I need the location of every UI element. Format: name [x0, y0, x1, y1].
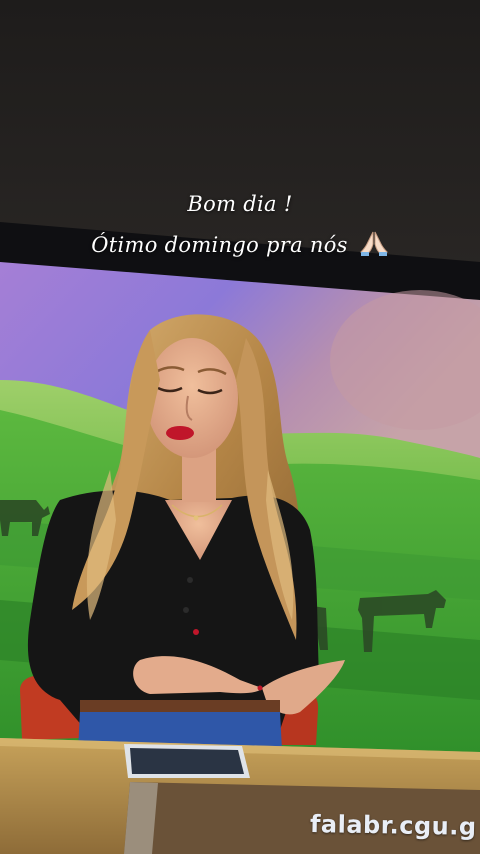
caption-line-1: Bom dia !	[187, 192, 293, 216]
caption-line-2-text: Ótimo domingo pra nós	[91, 233, 348, 257]
tv-studio-scene	[0, 0, 480, 854]
praying-hands-icon	[359, 231, 388, 256]
website-watermark: falabr.cgu.g	[309, 810, 477, 841]
photo-frame: Bom dia ! Ótimo domingo pra nós falabr.c…	[0, 0, 480, 854]
caption-line-2: Ótimo domingo pra nós	[0, 230, 480, 257]
